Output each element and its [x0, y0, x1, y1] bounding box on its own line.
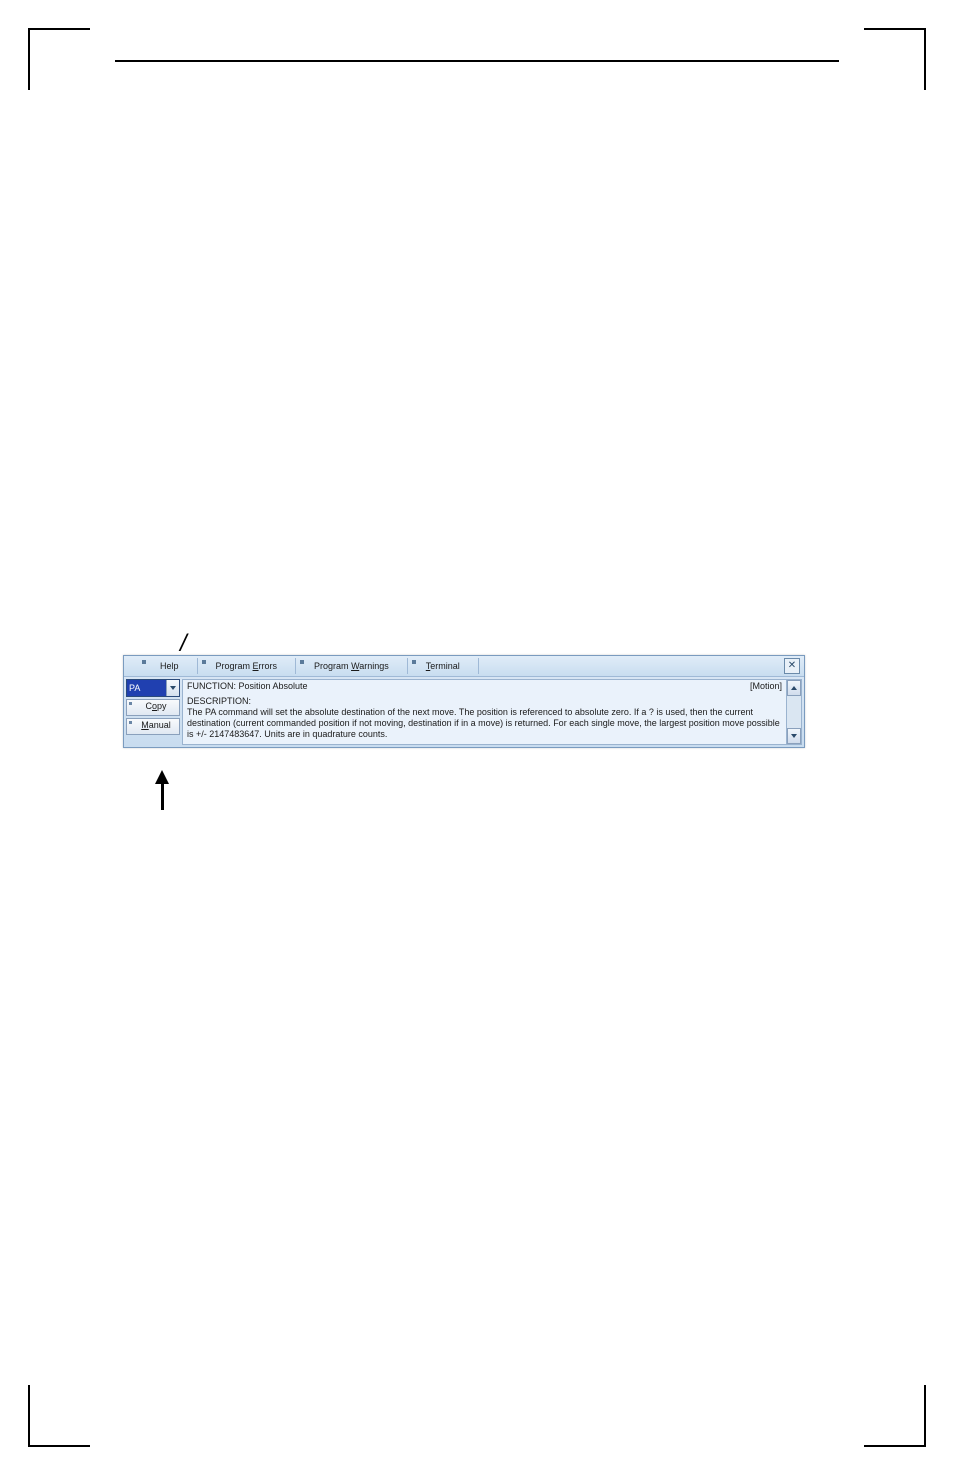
scroll-down-button[interactable]: [787, 728, 801, 744]
tab-pe-post: rrors: [259, 661, 278, 671]
copy-button[interactable]: Copy: [126, 699, 180, 716]
crop-corner-bl: [28, 1385, 90, 1447]
function-category: [Motion]: [750, 681, 782, 692]
arrow-up-icon: [155, 770, 169, 784]
tab-program-errors[interactable]: Program Errors: [198, 658, 297, 674]
close-button[interactable]: ✕: [784, 658, 800, 674]
description-label: DESCRIPTION:: [187, 696, 782, 707]
horizontal-rule: [115, 60, 839, 62]
manual-post: anual: [149, 720, 171, 730]
arrow-stem: [161, 784, 164, 810]
chevron-down-icon: [791, 734, 797, 738]
help-panel: Help Program Errors Program Warnings Ter…: [123, 655, 805, 748]
manual-button[interactable]: Manual: [126, 718, 180, 735]
manual-u: M: [141, 720, 149, 730]
tab-program-warnings[interactable]: Program Warnings: [296, 658, 408, 674]
command-combo[interactable]: [126, 679, 180, 697]
tab-bar: Help Program Errors Program Warnings Ter…: [124, 656, 804, 677]
panel-body: Copy Manual FUNCTION: Position Absolute …: [124, 677, 804, 747]
scroll-up-button[interactable]: [787, 680, 801, 696]
chevron-up-icon: [791, 686, 797, 690]
close-icon: ✕: [788, 660, 796, 671]
tab-terminal[interactable]: Terminal: [408, 658, 479, 674]
help-text-area: FUNCTION: Position Absolute [Motion] DES…: [182, 679, 802, 745]
crop-corner-tl: [28, 28, 90, 90]
tab-term-post: erminal: [430, 661, 460, 671]
callout-slash: /: [180, 630, 187, 658]
command-input[interactable]: [127, 680, 166, 696]
chevron-down-icon: [170, 686, 176, 690]
tab-help-label: Help: [160, 661, 179, 671]
tab-pw-u: W: [351, 661, 359, 671]
crop-corner-tr: [864, 28, 926, 90]
crop-corner-br: [864, 1385, 926, 1447]
left-controls: Copy Manual: [124, 677, 182, 747]
help-text-content: FUNCTION: Position Absolute [Motion] DES…: [183, 680, 786, 744]
function-label: FUNCTION:: [187, 681, 236, 691]
tab-pw-pre: Program: [314, 661, 351, 671]
callout-arrow: [155, 770, 169, 810]
tab-help[interactable]: Help: [124, 658, 198, 674]
scrollbar[interactable]: [786, 680, 801, 744]
function-value: Position Absolute: [236, 681, 308, 691]
combo-dropdown-button[interactable]: [166, 680, 179, 696]
description-body: The PA command will set the absolute des…: [187, 707, 782, 740]
tab-pe-pre: Program: [216, 661, 253, 671]
copy-post: py: [157, 701, 167, 711]
tab-pw-post: arnings: [359, 661, 389, 671]
